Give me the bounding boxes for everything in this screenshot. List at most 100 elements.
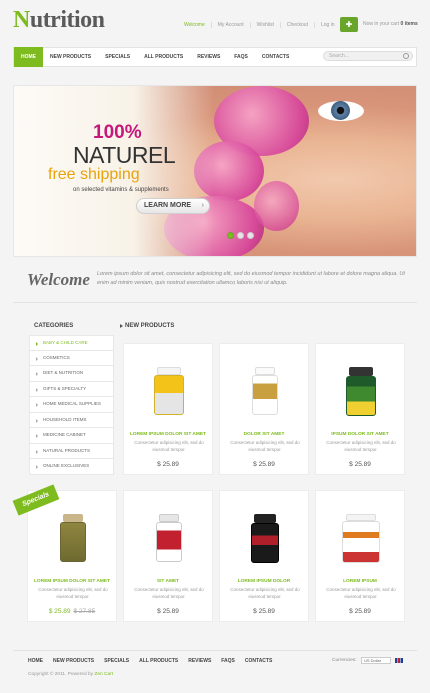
nav-contacts[interactable]: CONTACTS	[255, 47, 296, 67]
category-item[interactable]: NATURAL PRODUCTS	[29, 443, 114, 459]
category-item[interactable]: COSMETICS	[29, 350, 114, 366]
product-name[interactable]: LOREM IPSUM DOLOR SIT AMET	[28, 579, 116, 584]
product-card[interactable]: LOREM IPSUM Consectetur adipisicing elit…	[315, 490, 405, 622]
category-item[interactable]: GIFTS & SPECIALTY	[29, 381, 114, 397]
product-card[interactable]: LOREM IPSUM DOLOR SIT AMET Consectetur a…	[27, 490, 117, 622]
old-price: $ 27.85	[73, 608, 96, 615]
banner-headline-naturel: NATUREL	[73, 142, 176, 168]
product-name[interactable]: IPSUM DOLOR SIT AMET	[316, 432, 404, 437]
categories-title: CATEGORIES	[34, 323, 74, 329]
footer-faqs[interactable]: FAQS	[221, 658, 235, 664]
nav-reviews[interactable]: REVIEWS	[190, 47, 227, 67]
category-item[interactable]: HOUSEHOLD ITEMS	[29, 412, 114, 428]
search-placeholder: Search...	[329, 53, 350, 59]
toplink-my-account[interactable]: My Account	[210, 22, 250, 28]
footer-nav: HOME NEW PRODUCTS SPECIALS ALL PRODUCTS …	[28, 658, 282, 664]
search-input[interactable]: Search...	[323, 51, 413, 61]
price-value: $ 25.89	[349, 608, 371, 615]
category-item[interactable]: DIET & NUTRITION	[29, 366, 114, 382]
product-card[interactable]: LOREM IPSUM DOLOR Consectetur adipisicin…	[219, 490, 309, 622]
product-name[interactable]: LOREM IPSUM DOLOR	[220, 579, 308, 584]
footer-home[interactable]: HOME	[28, 658, 43, 664]
product-desc: Consectetur adipisicing elit, sed do eiu…	[134, 440, 204, 452]
nav-home[interactable]: HOME	[14, 47, 43, 67]
price-value: $ 25.89	[349, 461, 371, 468]
product-image[interactable]	[336, 364, 386, 419]
category-item[interactable]: ONLINE EXCLUSIVES	[29, 459, 114, 475]
uk-flag-icon[interactable]	[395, 658, 403, 663]
nav-new-products[interactable]: NEW PRODUCTS	[43, 47, 98, 67]
toplink-wishlist[interactable]: Wishlist	[249, 22, 280, 28]
top-links: Welcome My Account Wishlist Checkout Log…	[178, 22, 341, 28]
product-name[interactable]: LOREM IPSUM DOLOR SIT AMET	[124, 432, 212, 437]
product-name[interactable]: LOREM IPSUM	[316, 579, 404, 584]
footer-all-products[interactable]: ALL PRODUCTS	[139, 658, 178, 664]
product-price: $ 25.89 $ 27.85	[28, 608, 116, 615]
new-products-title: NEW PRODUCTS	[119, 323, 175, 329]
product-price: $ 25.89	[220, 461, 308, 468]
flower-petal	[254, 181, 299, 231]
header: Nutrition Welcome My Account Wishlist Ch…	[0, 0, 430, 46]
category-item[interactable]: HOME MEDICAL SUPPLIES	[29, 397, 114, 413]
cart-icon[interactable]: ✚	[340, 17, 358, 32]
copyright-text: Copyright © 2011. Powered by	[28, 672, 94, 677]
toplink-welcome[interactable]: Welcome	[178, 22, 211, 28]
product-card[interactable]: SIT AMET Consectetur adipisicing elit, s…	[123, 490, 213, 622]
product-price: $ 25.89	[124, 461, 212, 468]
product-image[interactable]	[144, 511, 194, 566]
product-name[interactable]: SIT AMET	[124, 579, 212, 584]
footer-contacts[interactable]: CONTACTS	[245, 658, 272, 664]
product-image[interactable]	[144, 364, 194, 419]
learn-more-button[interactable]: LEARN MORE	[136, 198, 210, 214]
category-item[interactable]: BABY & CHILD CARE	[29, 335, 114, 351]
copyright: Copyright © 2011. Powered by Zen Cart	[28, 672, 113, 677]
sale-price: $ 25.89	[48, 608, 71, 615]
cart-status[interactable]: Now in your cart 0 items	[363, 21, 418, 27]
product-desc: Consectetur adipisicing elit, sed do eiu…	[134, 587, 204, 599]
product-card[interactable]: IPSUM DOLOR SIT AMET Consectetur adipisi…	[315, 343, 405, 475]
cart-label: Now in your cart	[363, 21, 400, 27]
slider-dot-1[interactable]	[227, 232, 234, 239]
banner-iris	[331, 101, 350, 120]
product-image[interactable]	[240, 364, 290, 419]
product-image[interactable]	[336, 511, 386, 566]
product-image[interactable]	[240, 511, 290, 566]
product-name[interactable]: DOLOR SIT AMET	[220, 432, 308, 437]
footer-divider	[13, 650, 417, 651]
footer-reviews[interactable]: REVIEWS	[188, 658, 211, 664]
product-desc: Consectetur adipisicing elit, sed do eiu…	[38, 587, 108, 599]
slider-dot-3[interactable]	[247, 232, 254, 239]
slider-pagination	[227, 232, 254, 239]
category-item[interactable]: MEDICINE CABINET	[29, 428, 114, 444]
product-price: $ 25.89	[316, 608, 404, 615]
banner-subtitle: on selected vitamins & supplements	[73, 187, 169, 193]
price-value: $ 25.89	[253, 461, 275, 468]
welcome-text: Lorem ipsum dolor sit amet, consectetur …	[97, 271, 405, 286]
nav-specials[interactable]: SPECIALS	[98, 47, 137, 67]
categories-list: BABY & CHILD CARE COSMETICS DIET & NUTRI…	[29, 335, 114, 475]
toplink-checkout[interactable]: Checkout	[279, 22, 314, 28]
product-desc: Consectetur adipisicing elit, sed do eiu…	[326, 587, 396, 599]
product-card[interactable]: DOLOR SIT AMET Consectetur adipisicing e…	[219, 343, 309, 475]
logo-text: utrition	[29, 7, 105, 33]
divider	[13, 302, 417, 303]
banner-headline-percent: 100%	[93, 122, 142, 143]
currency-select[interactable]: US Dollar	[361, 657, 391, 664]
toplink-login[interactable]: Log in	[313, 22, 341, 28]
price-value: $ 25.89	[253, 608, 275, 615]
nav-faqs[interactable]: FAQS	[227, 47, 255, 67]
nav-all-products[interactable]: ALL PRODUCTS	[137, 47, 190, 67]
site-logo[interactable]: Nutrition	[13, 7, 105, 34]
footer-specials[interactable]: SPECIALS	[104, 658, 129, 664]
search-icon[interactable]	[403, 53, 409, 59]
slider-dot-2[interactable]	[237, 232, 244, 239]
currency-label: Currencies:	[332, 658, 357, 663]
zen-cart-link[interactable]: Zen Cart	[94, 672, 113, 677]
welcome-title: Welcome	[27, 270, 90, 289]
product-card[interactable]: LOREM IPSUM DOLOR SIT AMET Consectetur a…	[123, 343, 213, 475]
footer-new-products[interactable]: NEW PRODUCTS	[53, 658, 94, 664]
product-price: $ 25.89	[124, 608, 212, 615]
product-image[interactable]	[48, 511, 98, 566]
product-desc: Consectetur adipisicing elit, sed do eiu…	[326, 440, 396, 452]
product-desc: Consectetur adipisicing elit, sed do eiu…	[230, 440, 300, 452]
